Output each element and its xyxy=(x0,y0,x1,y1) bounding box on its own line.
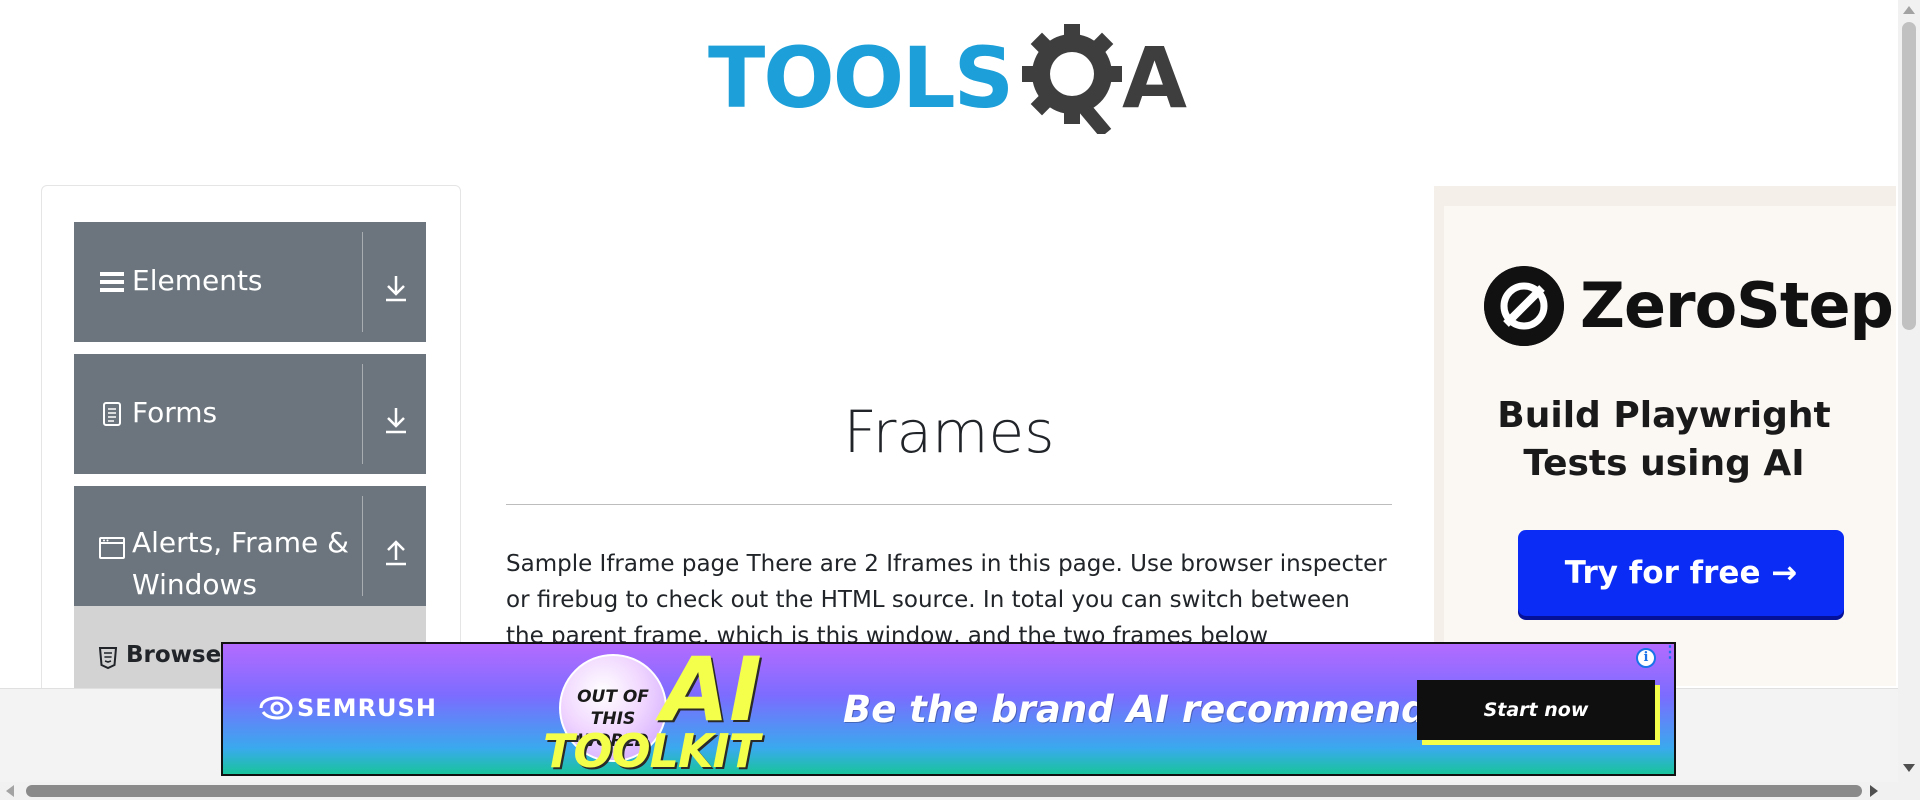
start-now-button[interactable]: Start now xyxy=(1417,680,1655,740)
group-divider xyxy=(362,232,363,332)
ad-menu-icon[interactable]: ⋮ xyxy=(1662,645,1674,668)
ad-brand: ZeroStep xyxy=(1580,269,1894,342)
page-description: Sample Iframe page There are 2 Iframes i… xyxy=(506,551,1387,649)
try-for-free-button[interactable]: Try for free → xyxy=(1518,530,1844,616)
vertical-scroll-thumb[interactable] xyxy=(1902,22,1916,330)
sidebar-group-label-line2: Windows xyxy=(132,568,257,601)
ad-info-icon[interactable]: i xyxy=(1636,648,1656,668)
toolkit-text: TOOLKIT xyxy=(543,724,760,776)
upload-arrow-icon[interactable] xyxy=(380,536,412,568)
gear-magnifier-icon xyxy=(1022,24,1122,134)
semrush-flame-icon xyxy=(259,696,293,720)
group-divider xyxy=(362,364,363,464)
download-arrow-icon[interactable] xyxy=(380,404,412,436)
scroll-down-arrow-icon[interactable] xyxy=(1903,764,1915,772)
sidebar-item-label: Browser xyxy=(126,642,233,668)
group-header[interactable]: Forms xyxy=(74,354,426,474)
sidebar-group-label: Elements xyxy=(132,264,263,297)
document-icon xyxy=(103,402,121,426)
bottom-advertisement[interactable]: SEMRUSH OUT OF THIS WORLD AI TOOLKIT Be … xyxy=(221,642,1676,776)
sidebar-group-label-line1: Alerts, Frame & xyxy=(132,526,350,559)
scroll-right-arrow-icon[interactable] xyxy=(1870,785,1878,797)
sidebar: Elements Forms Alerts, Frame & Windows B… xyxy=(41,185,461,705)
download-arrow-icon[interactable] xyxy=(380,272,412,304)
right-advertisement[interactable]: ZeroStep Build Playwright Tests using AI… xyxy=(1434,186,1896,686)
sidebar-group-label: Forms xyxy=(132,396,218,429)
hamburger-icon xyxy=(100,272,124,292)
group-header[interactable]: Elements xyxy=(74,222,426,342)
logo-text-tools: TOOLS xyxy=(708,29,1014,127)
zerostep-logo-icon xyxy=(1484,266,1564,346)
toolsqa-logo[interactable]: TOOLS A xyxy=(708,22,1194,134)
scroll-up-arrow-icon[interactable] xyxy=(1903,6,1915,14)
sidebar-group-elements[interactable]: Elements xyxy=(74,222,426,342)
semrush-text: SEMRUSH xyxy=(297,694,437,722)
horizontal-scroll-thumb[interactable] xyxy=(26,785,1862,797)
horizontal-scrollbar[interactable] xyxy=(0,782,1920,800)
divider xyxy=(506,504,1392,505)
group-header[interactable]: Alerts, Frame & Windows xyxy=(74,486,426,606)
sidebar-group-forms[interactable]: Forms xyxy=(74,354,426,474)
scroll-left-arrow-icon[interactable] xyxy=(6,785,14,797)
ad-headline: Build Playwright Tests using AI xyxy=(1497,395,1831,484)
semrush-logo: SEMRUSH xyxy=(257,694,437,722)
group-divider xyxy=(362,496,363,596)
logo-text-a: A xyxy=(1122,29,1188,127)
html5-icon xyxy=(98,647,118,670)
vertical-scrollbar[interactable] xyxy=(1898,0,1920,782)
page-title: Frames xyxy=(843,398,1055,466)
ad-headline: Be the brand AI recommends xyxy=(843,688,1450,731)
sidebar-group-alerts[interactable]: Alerts, Frame & Windows xyxy=(74,486,426,606)
window-icon xyxy=(99,537,125,559)
